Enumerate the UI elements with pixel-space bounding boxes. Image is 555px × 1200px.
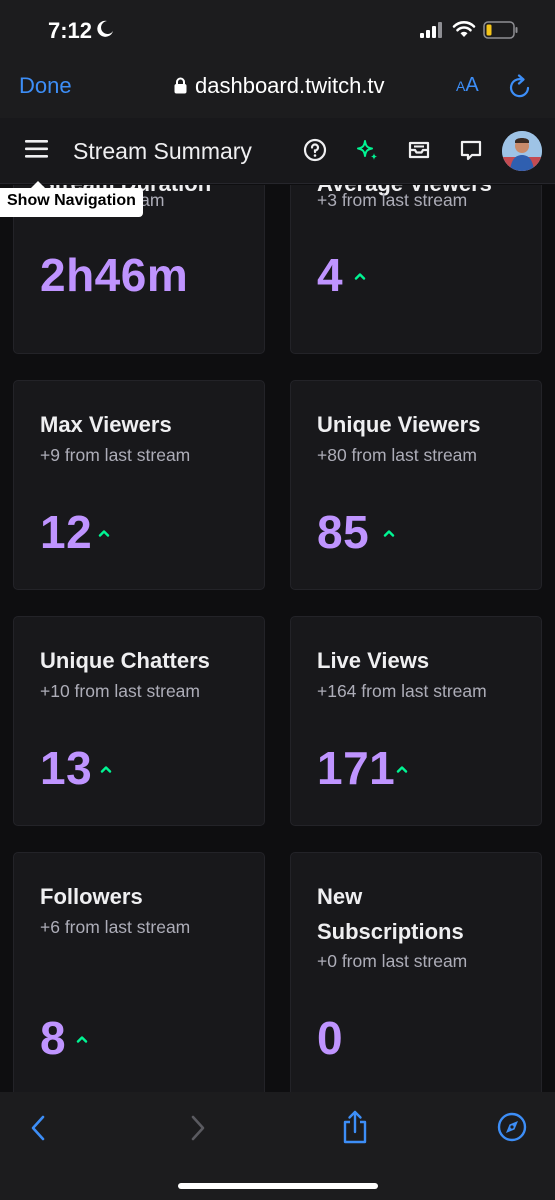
stat-value: 8 <box>40 1012 67 1064</box>
help-icon[interactable] <box>303 138 327 162</box>
menu-icon[interactable] <box>25 140 49 158</box>
avatar[interactable] <box>502 131 542 171</box>
stat-card-followers: Followers +6 from last stream 8 <box>13 852 265 1092</box>
trend-up-icon <box>76 1036 88 1043</box>
text-size-button[interactable]: AA <box>456 74 479 97</box>
stat-value: 0 <box>317 1012 344 1064</box>
stats-grid: Stream Duration 23m last stream 2h46m Av… <box>0 185 555 1092</box>
stat-card-new-subscriptions: New Subscriptions +0 from last stream 0 <box>290 852 542 1092</box>
stat-subtitle: +0 from last stream <box>317 951 468 971</box>
trend-up-icon <box>396 766 408 773</box>
stat-subtitle: +10 from last stream <box>40 681 200 701</box>
stat-card-live-views: Live Views +164 from last stream 171 <box>290 616 542 826</box>
moon-icon <box>97 20 113 37</box>
stat-subtitle: +80 from last stream <box>317 445 477 465</box>
home-indicator <box>178 1183 378 1189</box>
tooltip-arrow <box>31 181 45 188</box>
stat-card-average-viewers: Average Viewers +3 from last stream 4 <box>290 185 542 354</box>
whispers-icon[interactable] <box>459 138 483 162</box>
status-bar: 7:12 <box>0 0 555 60</box>
sparkle-icon[interactable] <box>354 138 380 164</box>
stat-subtitle: +9 from last stream <box>40 445 191 465</box>
stat-value: 85 <box>317 506 370 558</box>
stat-subtitle: +6 from last stream <box>40 917 191 937</box>
reload-icon[interactable] <box>508 74 532 100</box>
url-text[interactable]: dashboard.twitch.tv <box>195 73 385 99</box>
text-size-small-label: A <box>456 78 466 94</box>
lock-icon <box>174 77 187 94</box>
stat-value: 4 <box>317 249 344 301</box>
page-title: Stream Summary <box>73 138 252 164</box>
avatar-image <box>502 131 542 171</box>
stat-title: Live Views <box>317 648 430 673</box>
back-icon[interactable] <box>28 1114 48 1142</box>
stat-card-max-viewers: Max Viewers +9 from last stream 12 <box>13 380 265 590</box>
stat-title: Followers <box>40 884 143 909</box>
stat-subtitle: +164 from last stream <box>317 681 487 701</box>
browser-url-bar: Done dashboard.twitch.tv AA <box>0 60 555 118</box>
trend-up-icon <box>98 530 110 537</box>
stat-title: Max Viewers <box>40 412 172 437</box>
stat-title: New Subscriptions <box>317 884 464 944</box>
battery-icon <box>483 21 518 39</box>
stat-title: Unique Viewers <box>317 412 481 437</box>
stat-value: 13 <box>40 742 93 794</box>
wifi-icon <box>452 21 476 37</box>
app-header: Stream Summary <box>0 118 555 184</box>
text-size-large-label: A <box>465 74 479 96</box>
stat-card-unique-chatters: Unique Chatters +10 from last stream 13 <box>13 616 265 826</box>
share-icon[interactable] <box>341 1110 369 1144</box>
stat-value: 12 <box>40 506 93 558</box>
done-button[interactable]: Done <box>19 73 72 99</box>
stat-title: Unique Chatters <box>40 648 210 673</box>
stat-subtitle: +3 from last stream <box>317 190 468 210</box>
forward-icon[interactable] <box>188 1114 208 1142</box>
show-navigation-tooltip: Show Navigation <box>0 188 143 217</box>
stat-card-unique-viewers: Unique Viewers +80 from last stream 85 <box>290 380 542 590</box>
status-time: 7:12 <box>48 18 93 43</box>
trend-up-icon <box>354 273 366 280</box>
stat-value: 171 <box>317 742 396 794</box>
compass-icon[interactable] <box>497 1112 527 1142</box>
signal-icon <box>420 22 442 38</box>
trend-up-icon <box>383 530 395 537</box>
stat-value: 2h46m <box>40 249 189 301</box>
inbox-icon[interactable] <box>407 138 431 162</box>
trend-up-icon <box>100 766 112 773</box>
